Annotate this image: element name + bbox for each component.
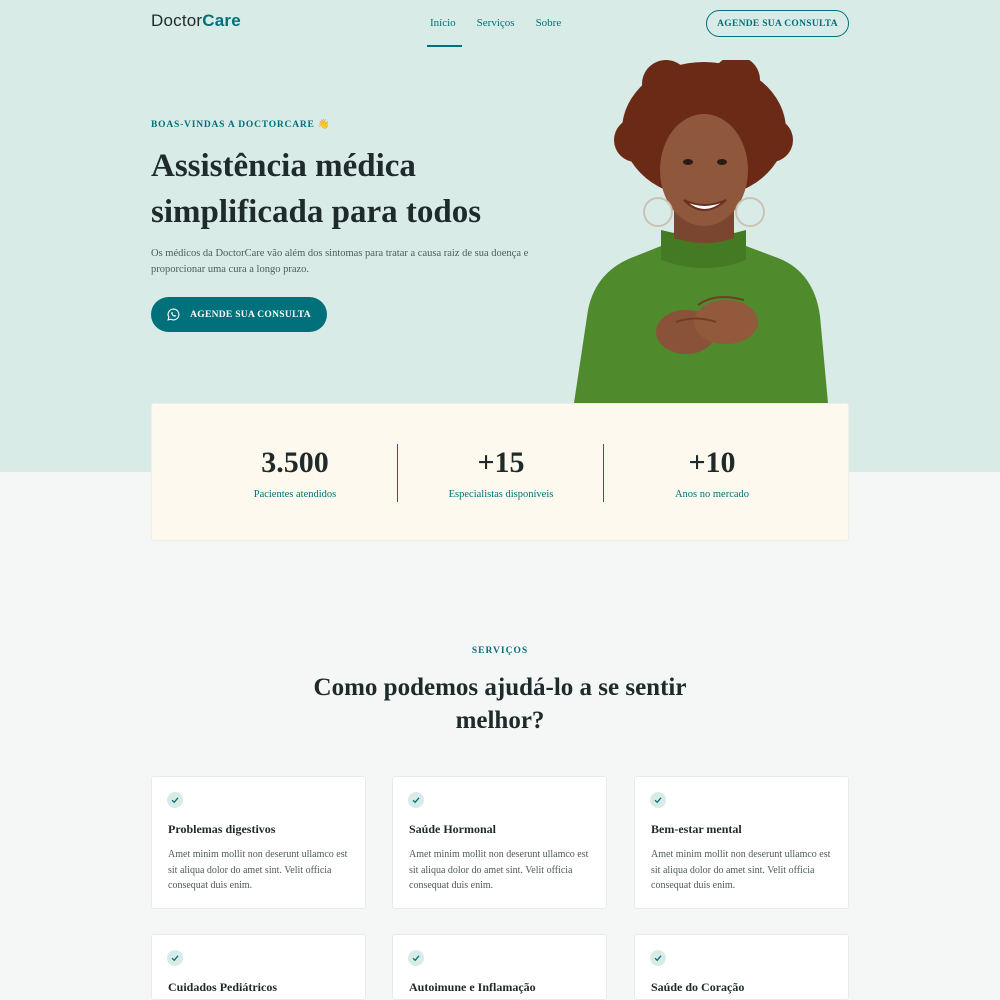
stat-specialists: +15 Especialistas disponíveis <box>398 404 604 542</box>
service-card-title: Saúde Hormonal <box>409 822 497 836</box>
whatsapp-icon <box>167 308 180 321</box>
hero-schedule-button[interactable]: AGENDE SUA CONSULTA <box>151 297 327 332</box>
check-icon <box>408 792 424 808</box>
service-card-text: Amet minim mollit non deserunt ullamco e… <box>168 849 348 891</box>
nav-item-servicos[interactable]: Serviços <box>477 17 515 29</box>
hero-title: Assistência médica simplificada para tod… <box>151 148 482 230</box>
service-card-title: Problemas digestivos <box>168 822 276 836</box>
stat-label: Especialistas disponíveis <box>448 489 554 500</box>
hero-schedule-label: AGENDE SUA CONSULTA <box>190 309 311 320</box>
check-icon <box>650 950 666 966</box>
services-eyebrow: SERVIÇOS <box>471 646 529 656</box>
service-card-heart[interactable]: Saúde do Coração <box>634 934 849 1000</box>
check-icon <box>408 950 424 966</box>
logo-care-text: Care <box>202 11 241 30</box>
service-card-title: Bem-estar mental <box>651 822 742 836</box>
hero-eyebrow: BOAS-VINDAS A DOCTORCARE 👋 <box>151 120 331 130</box>
stat-value: 3.500 <box>261 446 329 479</box>
logo-doctor-text: Doctor <box>151 11 203 30</box>
nav-item-sobre[interactable]: Sobre <box>536 17 562 29</box>
service-card-pediatric[interactable]: Cuidados Pediátricos <box>151 934 366 1000</box>
stat-value: +15 <box>477 446 525 479</box>
service-card-digestive[interactable]: Problemas digestivos Amet minim mollit n… <box>151 776 366 909</box>
stat-divider <box>603 444 604 502</box>
service-card-text: Amet minim mollit non deserunt ullamco e… <box>651 849 831 891</box>
service-card-mental[interactable]: Bem-estar mental Amet minim mollit non d… <box>634 776 849 909</box>
service-card-hormonal[interactable]: Saúde Hormonal Amet minim mollit non des… <box>392 776 607 909</box>
check-icon <box>167 950 183 966</box>
service-card-autoimmune[interactable]: Autoimune e Inflamação <box>392 934 607 1000</box>
service-card-title: Cuidados Pediátricos <box>168 980 278 994</box>
stat-label: Pacientes atendidos <box>253 489 337 500</box>
hero-description: Os médicos da DoctorCare vão além dos si… <box>151 248 529 275</box>
doctor-portrait-image <box>574 60 828 403</box>
hero-background <box>0 0 1000 472</box>
service-card-text: Amet minim mollit non deserunt ullamco e… <box>409 849 589 891</box>
nav-item-inicio[interactable]: Início <box>430 17 456 29</box>
stat-years: +10 Anos no mercado <box>609 404 815 542</box>
stat-value: +10 <box>688 446 736 479</box>
stats-panel: 3.500 Pacientes atendidos +15 Especialis… <box>151 403 849 541</box>
main-nav: Início Serviços Sobre <box>430 17 561 29</box>
service-card-title: Autoimune e Inflamação <box>409 980 536 994</box>
logo[interactable]: DoctorCare <box>151 11 241 31</box>
check-icon <box>650 792 666 808</box>
services-title: Como podemos ajudá-lo a se sentir melhor… <box>313 674 687 734</box>
service-card-title: Saúde do Coração <box>651 980 745 994</box>
stat-patients: 3.500 Pacientes atendidos <box>192 404 398 542</box>
stat-label: Anos no mercado <box>674 489 750 500</box>
header-schedule-button[interactable]: AGENDE SUA CONSULTA <box>706 10 849 37</box>
check-icon <box>167 792 183 808</box>
nav-active-indicator <box>427 45 462 47</box>
